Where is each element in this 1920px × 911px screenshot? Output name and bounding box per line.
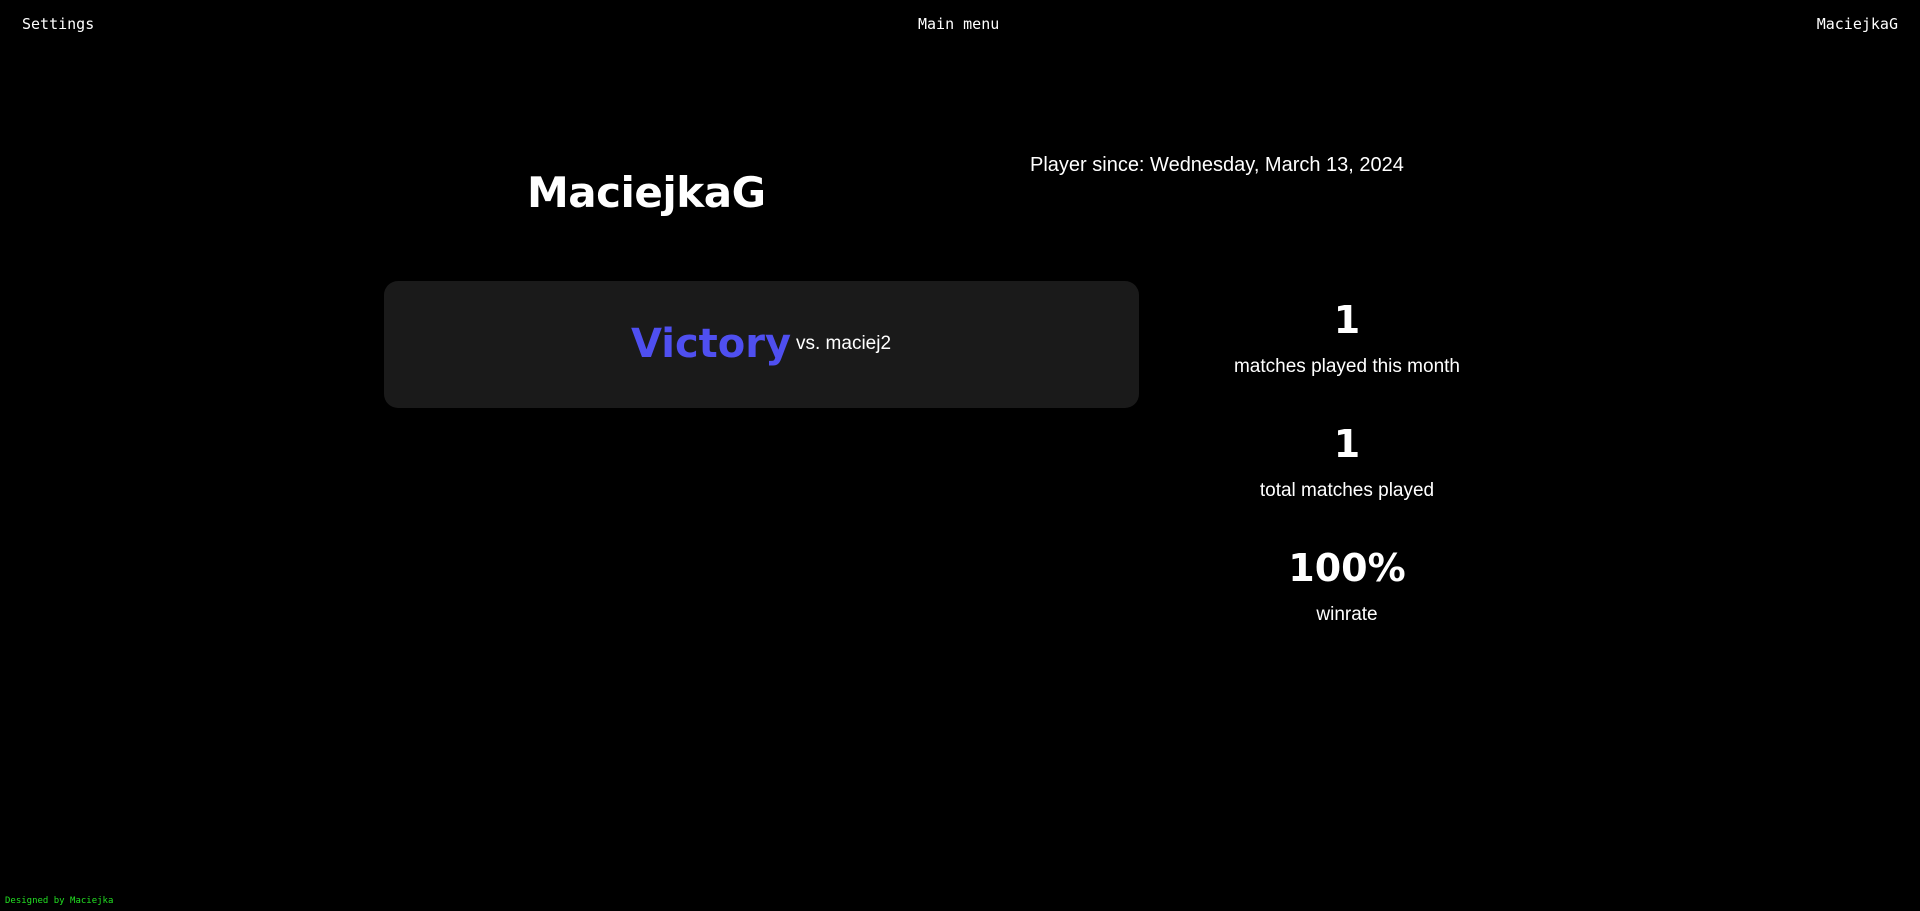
top-nav: Settings Main menu MaciejkaG <box>0 0 1920 48</box>
stat-label: matches played this month <box>1233 356 1460 377</box>
player-since: Player since: Wednesday, March 13, 2024 <box>1030 154 1404 176</box>
stat-value: 1 <box>1333 422 1361 466</box>
stat-value: 1 <box>1333 298 1361 342</box>
stat-winrate: 100% winrate <box>1197 542 1497 666</box>
settings-link[interactable]: Settings <box>22 14 94 34</box>
main-menu-link[interactable]: Main menu <box>918 14 999 34</box>
stat-label: total matches played <box>1259 480 1435 501</box>
stat-value: 100% <box>1288 546 1406 590</box>
match-card[interactable]: Victory vs. maciej2 <box>384 281 1139 408</box>
profile-username: MaciejkaG <box>527 168 766 218</box>
footer-credit: Designed by Maciejka <box>5 896 114 906</box>
match-result: Victory <box>631 321 792 367</box>
stats-panel: 1 matches played this month 1 total matc… <box>1197 294 1497 666</box>
user-profile-link[interactable]: MaciejkaG <box>1817 14 1898 34</box>
stat-label: winrate <box>1316 604 1378 625</box>
stat-matches-this-month: 1 matches played this month <box>1197 294 1497 418</box>
stat-total-matches: 1 total matches played <box>1197 418 1497 542</box>
match-opponent: vs. maciej2 <box>796 333 892 354</box>
